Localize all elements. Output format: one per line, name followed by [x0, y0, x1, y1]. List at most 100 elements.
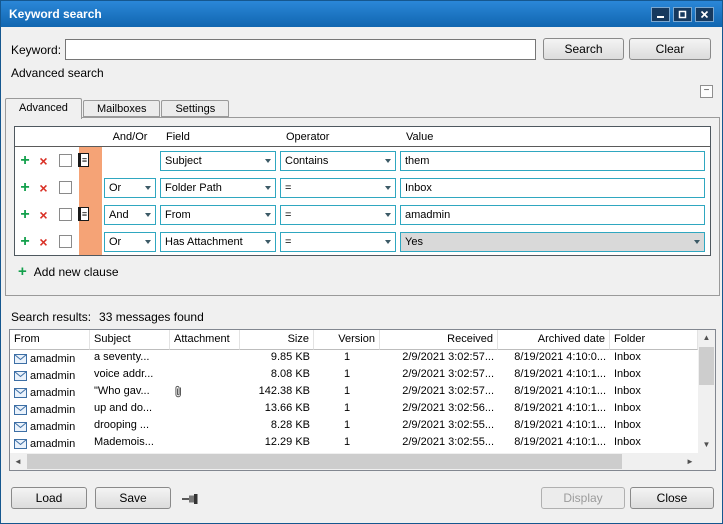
- chevron-down-icon: [385, 213, 391, 217]
- search-button[interactable]: Search: [543, 38, 624, 60]
- pin-button[interactable]: [181, 492, 201, 506]
- clause-row-checkbox[interactable]: [59, 154, 72, 167]
- column-header-value: Value: [398, 127, 710, 146]
- scroll-left-icon[interactable]: ◄: [10, 453, 26, 470]
- attachment-cell: [170, 350, 240, 367]
- group-indicator-icon[interactable]: ≡: [78, 207, 89, 221]
- column-header-from[interactable]: From: [10, 330, 90, 350]
- value-input[interactable]: [400, 178, 705, 198]
- column-header-archived-date[interactable]: Archived date: [498, 330, 610, 350]
- window-controls: [651, 7, 714, 22]
- add-row-icon[interactable]: +: [20, 234, 29, 250]
- column-header-size[interactable]: Size: [240, 330, 314, 350]
- chevron-down-icon: [145, 213, 151, 217]
- table-row[interactable]: amadmin up and do... 13.66 KB 1 2/9/2021…: [10, 401, 715, 418]
- field-select[interactable]: From: [160, 205, 276, 225]
- envelope-icon: [14, 405, 27, 415]
- keyword-input[interactable]: [65, 39, 536, 60]
- titlebar: Keyword search: [1, 1, 722, 27]
- column-header-folder[interactable]: Folder: [610, 330, 698, 350]
- column-header-subject[interactable]: Subject: [90, 330, 170, 350]
- attachment-cell: [170, 418, 240, 435]
- load-button[interactable]: Load: [11, 487, 87, 509]
- group-column-cell: [79, 174, 102, 201]
- operator-select[interactable]: =: [280, 205, 396, 225]
- advanced-search-label[interactable]: Advanced search: [11, 66, 104, 80]
- column-header-attachment[interactable]: Attachment: [170, 330, 240, 350]
- attachment-cell: [170, 435, 240, 452]
- minimize-icon: [656, 10, 665, 19]
- value-input[interactable]: [400, 151, 705, 171]
- andor-select[interactable]: And: [104, 205, 156, 225]
- table-row[interactable]: amadmin voice addr... 8.08 KB 1 2/9/2021…: [10, 367, 715, 384]
- field-select[interactable]: Has Attachment: [160, 232, 276, 252]
- horizontal-scroll-thumb[interactable]: [27, 454, 622, 469]
- clause-row-checkbox[interactable]: [59, 181, 72, 194]
- add-row-icon[interactable]: +: [20, 207, 29, 223]
- andor-select[interactable]: Or: [104, 178, 156, 198]
- collapse-panel-icon[interactable]: −: [700, 85, 713, 98]
- close-button[interactable]: Close: [630, 487, 714, 509]
- attachment-cell: [170, 367, 240, 384]
- add-row-icon[interactable]: +: [20, 153, 29, 169]
- window-title: Keyword search: [9, 7, 102, 21]
- tab-advanced[interactable]: Advanced: [5, 98, 82, 119]
- delete-row-icon[interactable]: ×: [39, 208, 47, 222]
- clause-row-checkbox[interactable]: [59, 208, 72, 221]
- scroll-down-icon[interactable]: ▼: [698, 437, 715, 453]
- advanced-tab-panel: And/Or Field Operator Value + × ≡ Subjec…: [5, 117, 720, 296]
- scroll-right-icon[interactable]: ►: [682, 453, 698, 470]
- column-header-operator: Operator: [278, 127, 398, 146]
- envelope-icon: [14, 388, 27, 398]
- table-row[interactable]: amadmin a seventy... 9.85 KB 1 2/9/2021 …: [10, 350, 715, 367]
- table-row[interactable]: amadmin drooping ... 8.28 KB 1 2/9/2021 …: [10, 418, 715, 435]
- close-icon: [700, 10, 709, 19]
- operator-select[interactable]: =: [280, 178, 396, 198]
- horizontal-scrollbar[interactable]: ◄ ►: [10, 453, 698, 470]
- envelope-icon: [14, 439, 27, 449]
- search-results-summary: Search results: 33 messages found: [11, 310, 204, 324]
- chevron-down-icon: [694, 240, 700, 244]
- delete-row-icon[interactable]: ×: [39, 235, 47, 249]
- tab-settings[interactable]: Settings: [161, 100, 229, 117]
- pin-icon: [181, 492, 201, 506]
- field-select[interactable]: Folder Path: [160, 178, 276, 198]
- results-table-header: From Subject Attachment Size Version Rec…: [10, 330, 715, 350]
- keyword-search-window: Keyword search Keyword: Search Clear Adv…: [0, 0, 723, 524]
- chevron-down-icon: [265, 159, 271, 163]
- value-input[interactable]: [400, 205, 705, 225]
- add-new-clause[interactable]: + Add new clause: [18, 264, 119, 279]
- vertical-scroll-thumb[interactable]: [699, 347, 714, 385]
- operator-select[interactable]: =: [280, 232, 396, 252]
- delete-row-icon[interactable]: ×: [39, 181, 47, 195]
- chevron-down-icon: [265, 213, 271, 217]
- operator-select[interactable]: Contains: [280, 151, 396, 171]
- clause-row-checkbox[interactable]: [59, 235, 72, 248]
- column-header-received[interactable]: Received: [380, 330, 498, 350]
- clause-row: + × Or Folder Path: [15, 174, 710, 201]
- group-indicator-icon[interactable]: ≡: [78, 153, 89, 167]
- search-results-label: Search results:: [11, 310, 91, 324]
- clear-button[interactable]: Clear: [629, 38, 711, 60]
- table-row[interactable]: amadmin Mademois... 12.29 KB 1 2/9/2021 …: [10, 435, 715, 452]
- tab-mailboxes[interactable]: Mailboxes: [83, 100, 161, 117]
- column-header-version[interactable]: Version: [314, 330, 380, 350]
- field-select[interactable]: Subject: [160, 151, 276, 171]
- attachment-cell: [170, 384, 240, 401]
- delete-row-icon[interactable]: ×: [39, 154, 47, 168]
- table-row[interactable]: amadmin "Who gav... 142.38 KB 1 2/9/2021…: [10, 384, 715, 401]
- close-window-button[interactable]: [695, 7, 714, 22]
- search-results-count: 33 messages found: [99, 310, 204, 324]
- group-column-cell: [79, 228, 102, 255]
- minimize-button[interactable]: [651, 7, 670, 22]
- paperclip-icon: [174, 385, 182, 398]
- vertical-scrollbar[interactable]: ▲ ▼: [698, 330, 715, 453]
- maximize-button[interactable]: [673, 7, 692, 22]
- andor-select[interactable]: Or: [104, 232, 156, 252]
- add-row-icon[interactable]: +: [20, 180, 29, 196]
- value-select[interactable]: Yes: [400, 232, 705, 252]
- display-button[interactable]: Display: [541, 487, 625, 509]
- scroll-up-icon[interactable]: ▲: [698, 330, 715, 346]
- chevron-down-icon: [385, 240, 391, 244]
- save-button[interactable]: Save: [95, 487, 171, 509]
